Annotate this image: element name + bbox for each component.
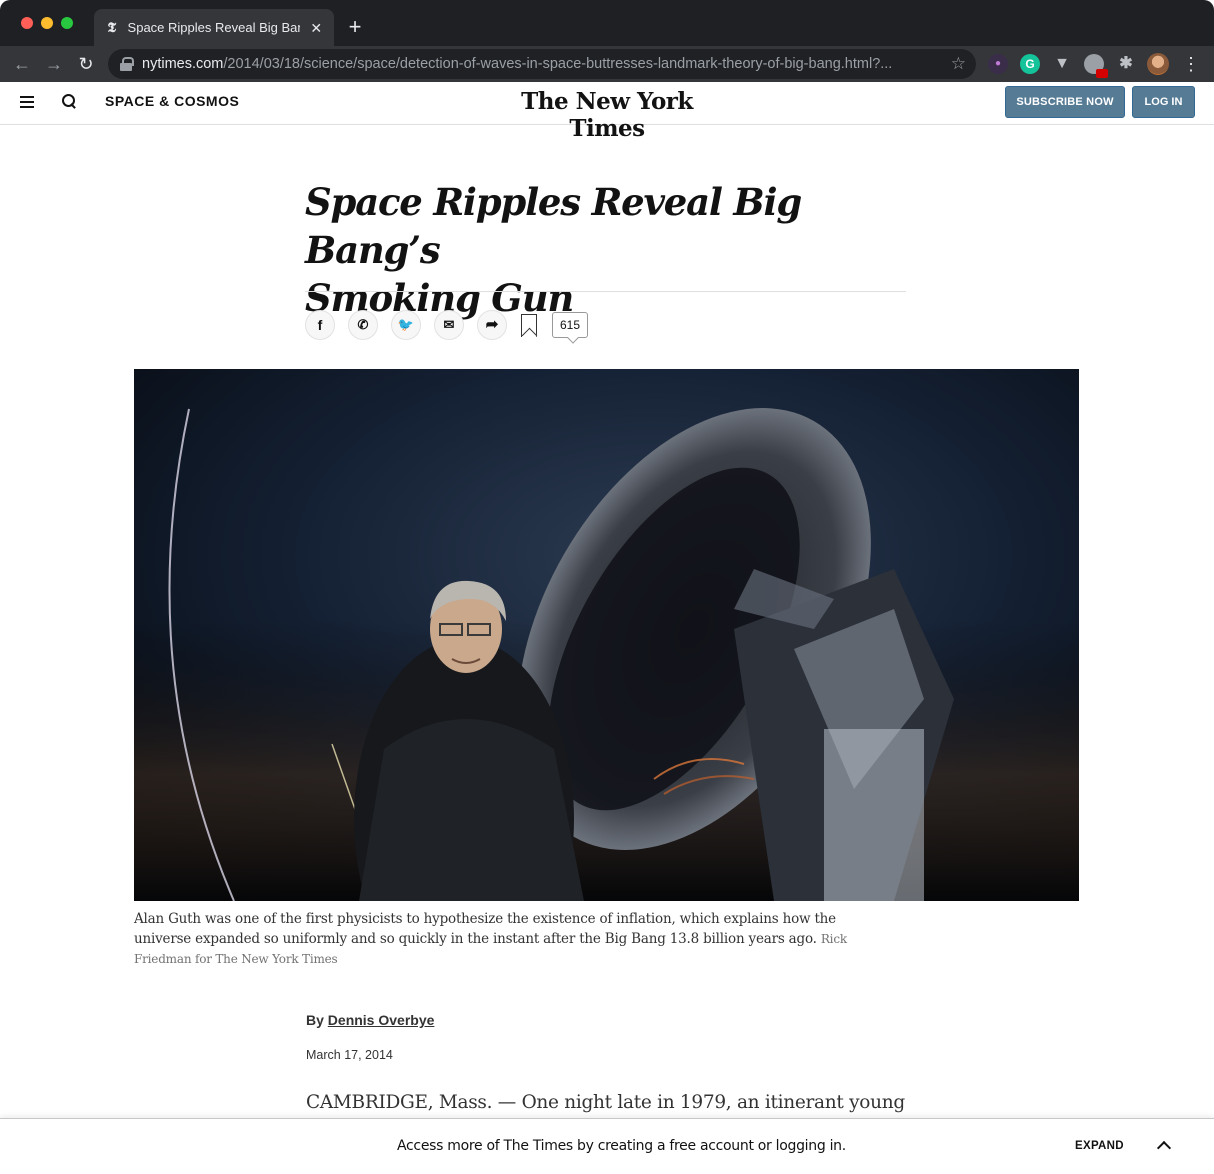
forward-arrow-icon[interactable]: → — [42, 52, 66, 76]
chevron-up-icon[interactable] — [1156, 1140, 1172, 1156]
login-button[interactable]: LOG IN — [1132, 86, 1195, 118]
browser-tab[interactable]: 𝕿 Space Ripples Reveal Big Bang ✕ — [94, 9, 334, 46]
lock-icon[interactable] — [120, 57, 134, 71]
site-header: SPACE & COSMOS The New York Times SUBSCR… — [0, 82, 1214, 142]
comments-button[interactable]: 615 — [552, 312, 588, 338]
share-icon[interactable]: ➦ — [477, 310, 507, 340]
image-caption: Alan Guth was one of the first physicist… — [134, 909, 864, 969]
divider — [305, 291, 906, 292]
subscribe-button[interactable]: SUBSCRIBE NOW — [1005, 86, 1125, 118]
access-banner: Access more of The Times by creating a f… — [0, 1118, 1214, 1174]
browser-tab-strip: 𝕿 Space Ripples Reveal Big Bang ✕ + — [0, 0, 1214, 46]
maximize-window-button[interactable] — [61, 17, 73, 29]
close-window-button[interactable] — [21, 17, 33, 29]
article-lead-paragraph: CAMBRIDGE, Mass. — One night late in 197… — [306, 1092, 905, 1113]
avatar[interactable] — [1147, 53, 1169, 75]
vimeo-extension-icon[interactable]: ▼ — [1052, 54, 1072, 74]
new-tab-button[interactable]: + — [344, 16, 366, 38]
hamburger-menu-icon[interactable] — [20, 96, 34, 108]
browser-toolbar: ← → ↻ nytimes.com/2014/03/18/science/spa… — [0, 46, 1214, 82]
nyt-logo[interactable]: The New York Times — [490, 88, 724, 142]
tab-title: Space Ripples Reveal Big Bang — [127, 20, 301, 35]
url-text[interactable]: nytimes.com/2014/03/18/science/space/det… — [142, 56, 942, 72]
puzzle-extensions-icon[interactable]: ✱ — [1116, 54, 1136, 74]
author-link[interactable]: Dennis Overbye — [328, 1012, 435, 1028]
twitter-icon[interactable]: 🐦 — [391, 310, 421, 340]
email-icon[interactable]: ✉ — [434, 310, 464, 340]
expand-button[interactable]: EXPAND — [1075, 1140, 1124, 1152]
article-hero-image — [134, 369, 1079, 901]
publish-date: March 17, 2014 — [306, 1048, 393, 1062]
bookmark-star-icon[interactable]: ☆ — [951, 54, 966, 74]
caption-text: Alan Guth was one of the first physicist… — [134, 911, 836, 947]
menu-dots-icon[interactable]: ⋮ — [1182, 52, 1200, 76]
whatsapp-icon[interactable]: ✆ — [348, 310, 378, 340]
article-headline: Space Ripples Reveal Big Bang’s Smoking … — [305, 180, 802, 320]
extension-icon[interactable]: ● — [988, 54, 1008, 74]
byline: By Dennis Overbye — [306, 1012, 435, 1028]
facebook-icon[interactable]: f — [305, 310, 335, 340]
address-bar[interactable]: nytimes.com/2014/03/18/science/space/det… — [108, 49, 976, 79]
minimize-window-button[interactable] — [41, 17, 53, 29]
extension-icon[interactable] — [1084, 54, 1108, 78]
banner-message: Access more of The Times by creating a f… — [397, 1138, 846, 1154]
close-tab-icon[interactable]: ✕ — [308, 20, 324, 36]
bookmark-icon[interactable] — [521, 314, 537, 337]
telescope-photo — [134, 369, 1079, 901]
section-link[interactable]: SPACE & COSMOS — [105, 93, 239, 109]
nyt-favicon-icon: 𝕿 — [107, 19, 117, 36]
grammarly-extension-icon[interactable]: G — [1020, 54, 1040, 74]
search-icon[interactable] — [62, 94, 76, 108]
reload-icon[interactable]: ↻ — [74, 52, 98, 76]
back-arrow-icon[interactable]: ← — [10, 52, 34, 76]
